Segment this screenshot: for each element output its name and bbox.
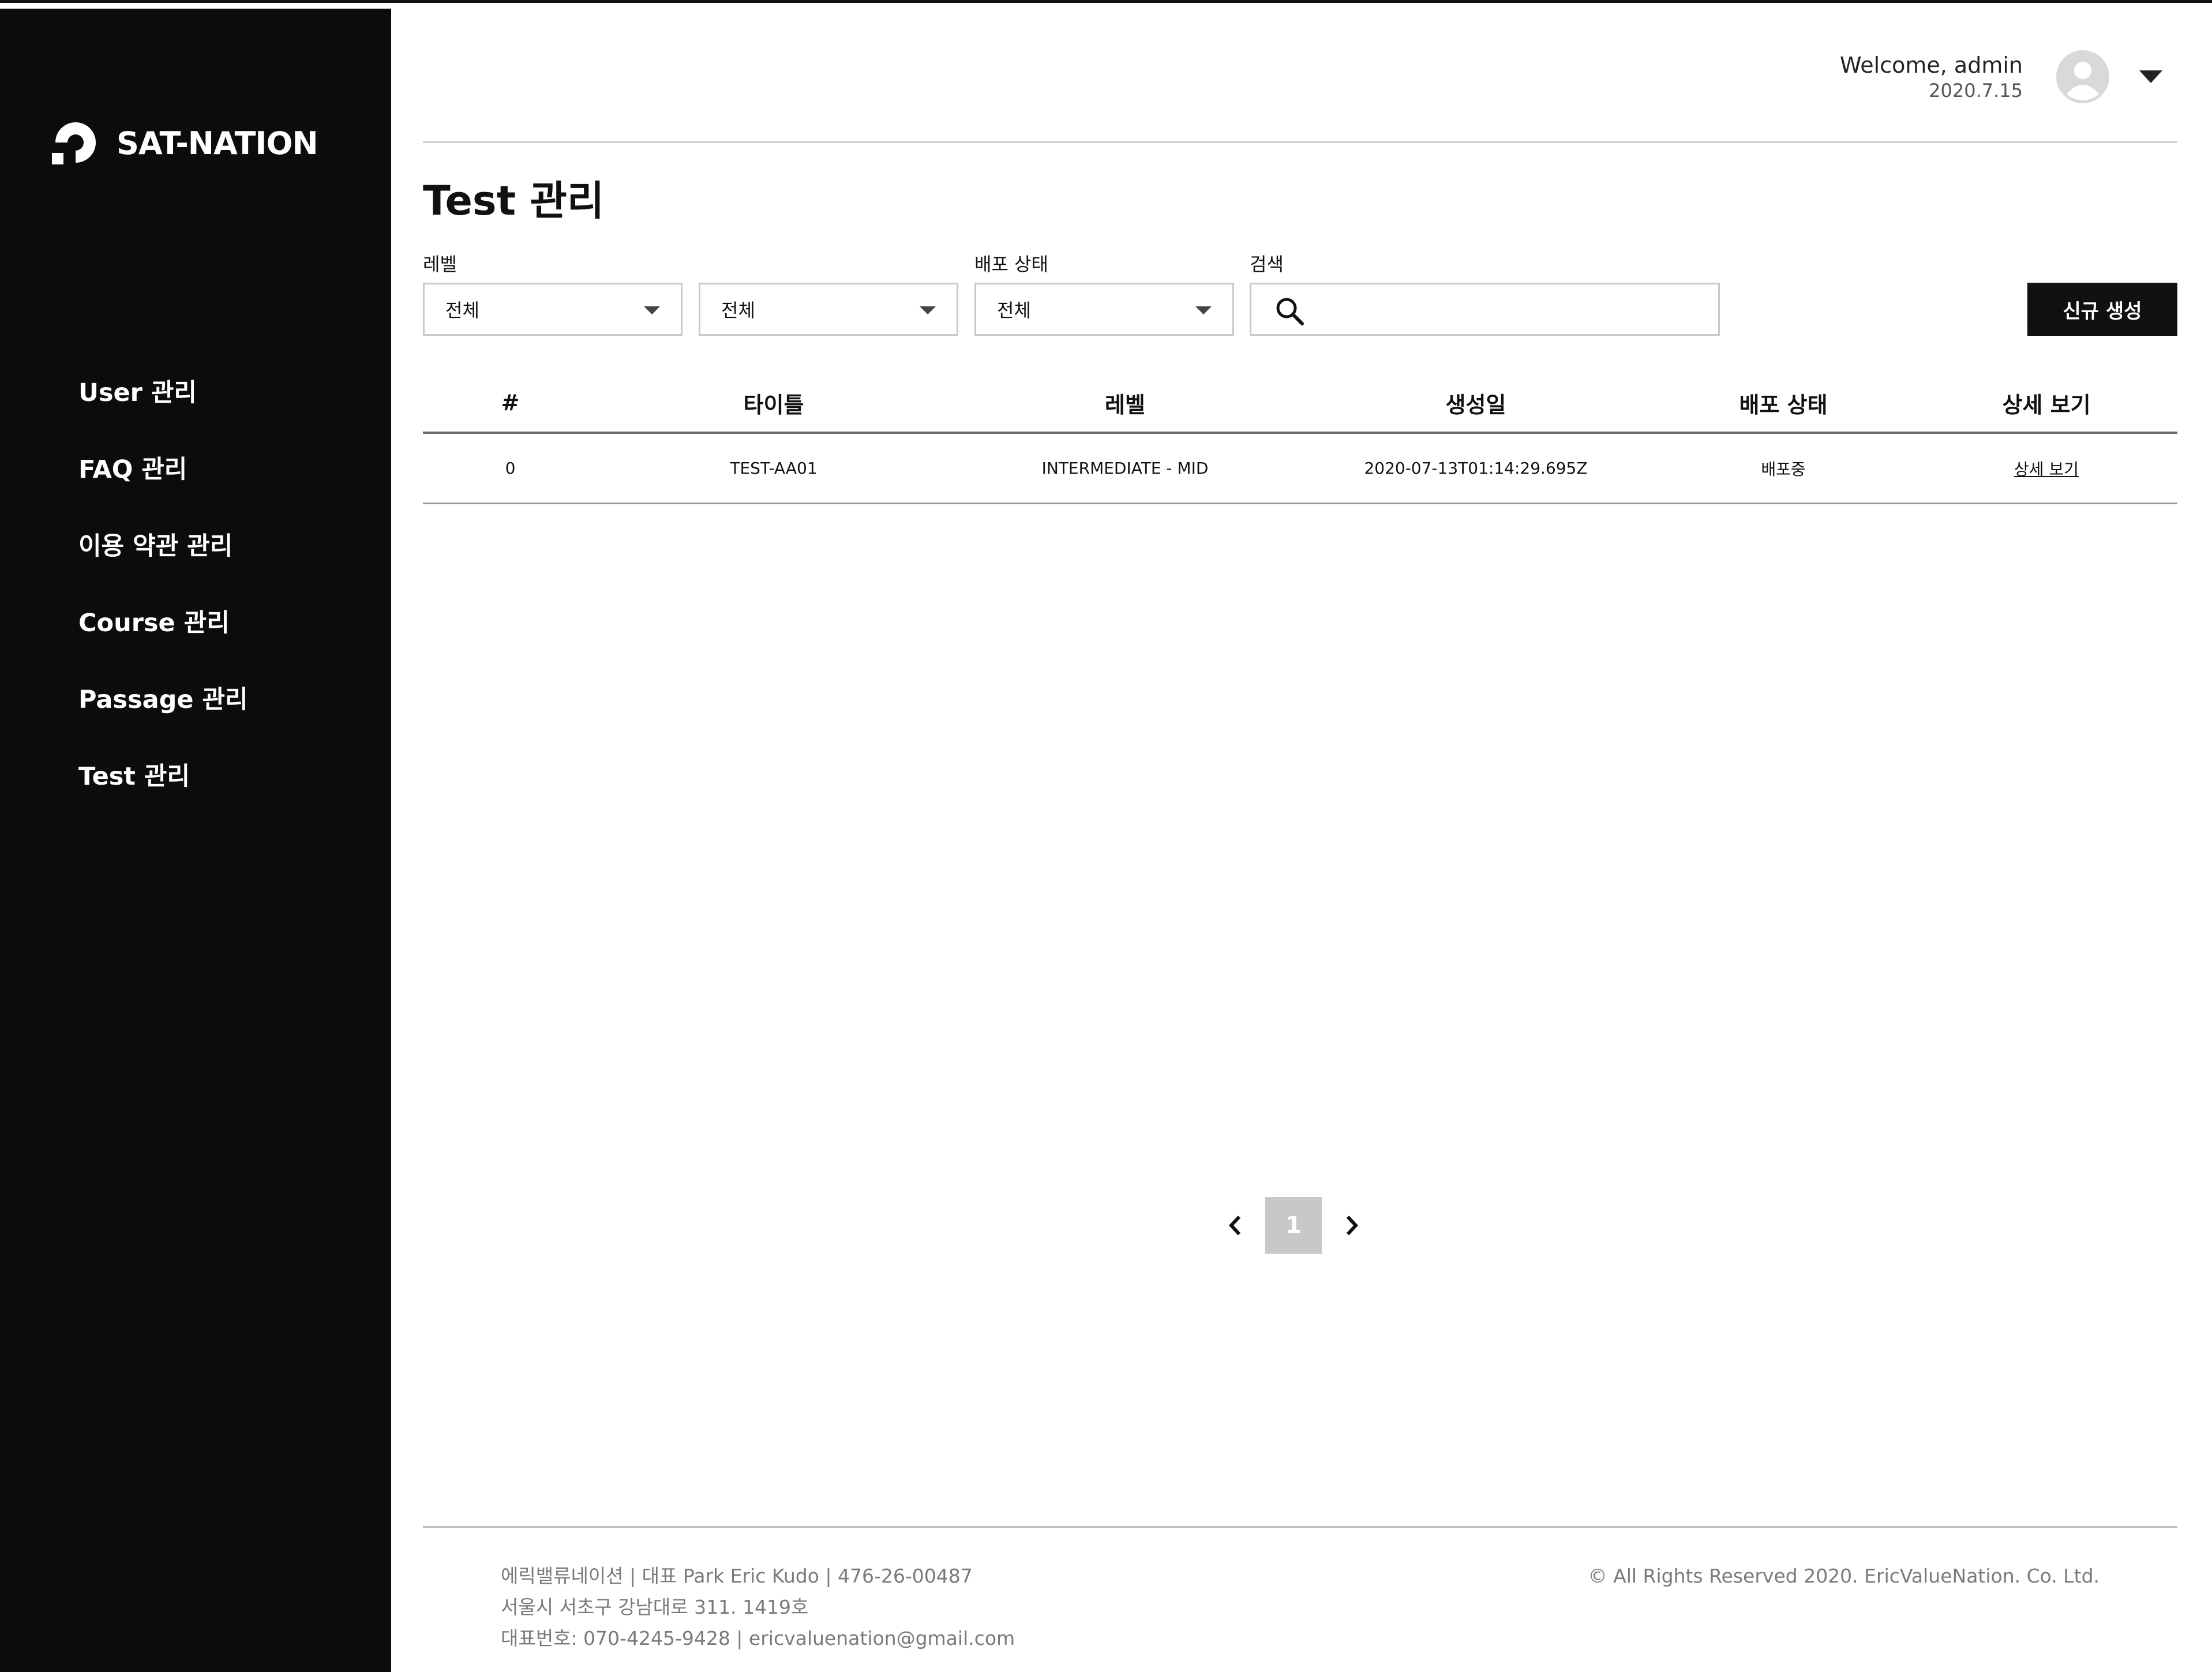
deploy-filter-label: 배포 상태 — [974, 253, 1048, 275]
welcome-text: Welcome, admin — [1839, 53, 2023, 78]
sidebar-item-course[interactable]: Course 관리 — [78, 582, 248, 659]
brand-logo[interactable]: SAT-NATION — [50, 117, 318, 169]
search-label: 검색 — [1250, 253, 1284, 275]
table-header: # 타이틀 레벨 생성일 배포 상태 상세 보기 — [423, 374, 2177, 434]
footer-line-address: 서울시 서초구 강남대로 311. 1419호 — [501, 1596, 809, 1618]
test-table: # 타이틀 레벨 생성일 배포 상태 상세 보기 0 TEST-AA01 INT… — [423, 374, 2177, 504]
top-border — [0, 0, 2212, 3]
search-icon — [1276, 298, 1304, 325]
column-header-title: 타이틀 — [743, 392, 804, 418]
pagination: 1 — [1215, 1197, 1372, 1254]
deploy-select-value: 전체 — [997, 299, 1031, 321]
dropdown-arrow-icon — [644, 306, 660, 314]
current-date: 2020.7.15 — [1929, 80, 2023, 102]
sidebar-item-terms[interactable]: 이용 약관 관리 — [78, 505, 248, 582]
column-header-detail: 상세 보기 — [2002, 392, 2091, 418]
search-box — [1250, 283, 1720, 336]
chevron-right-icon — [1346, 1215, 1359, 1236]
sidebar: SAT-NATION User 관리 FAQ 관리 이용 약관 관리 Cours… — [0, 9, 391, 1672]
deploy-status-select[interactable]: 전체 — [974, 283, 1234, 336]
column-header-created: 생성일 — [1445, 392, 1506, 418]
level-select-value: 전체 — [445, 299, 479, 321]
cell-detail: 상세 보기 — [1915, 457, 2177, 480]
new-test-button[interactable]: 신규 생성 — [2027, 283, 2177, 336]
cell-created: 2020-07-13T01:14:29.695Z — [1364, 459, 1588, 478]
cell-number: 0 — [505, 459, 516, 478]
sidebar-item-faq[interactable]: FAQ 관리 — [78, 429, 248, 505]
chevron-left-icon — [1228, 1215, 1241, 1236]
sidebar-item-test[interactable]: Test 관리 — [78, 736, 248, 812]
header-divider — [423, 141, 2177, 143]
cell-level: INTERMEDIATE - MID — [1041, 459, 1209, 478]
cell-status: 배포중 — [1761, 459, 1806, 479]
page-title: Test 관리 — [423, 177, 605, 224]
dropdown-arrow-icon — [1195, 306, 1212, 314]
level-filter-label: 레벨 — [423, 253, 457, 275]
sidebar-nav: User 관리 FAQ 관리 이용 약관 관리 Course 관리 Passag… — [78, 352, 248, 812]
next-page-button[interactable] — [1330, 1197, 1372, 1254]
dropdown-arrow-icon — [920, 306, 936, 314]
sidebar-item-user[interactable]: User 관리 — [78, 352, 248, 429]
column-header-level: 레벨 — [1105, 392, 1145, 418]
level-select[interactable]: 전체 — [423, 283, 683, 336]
footer-company-info: 에릭밸류네이션 | 대표 Park Eric Kudo | 476-26-004… — [501, 1561, 1015, 1654]
footer-line-company: 에릭밸류네이션 | 대표 Park Eric Kudo | 476-26-004… — [501, 1565, 973, 1587]
detail-link[interactable]: 상세 보기 — [2014, 460, 2079, 479]
sidebar-item-passage[interactable]: Passage 관리 — [78, 659, 248, 736]
table-row: 0 TEST-AA01 INTERMEDIATE - MID 2020-07-1… — [423, 434, 2177, 504]
chevron-down-icon[interactable] — [2139, 70, 2162, 83]
footer-divider — [423, 1526, 2177, 1528]
footer-line-contact: 대표번호: 070-4245-9428 | ericvaluenation@gm… — [501, 1627, 1015, 1649]
user-menu: Welcome, admin 2020.7.15 — [1840, 45, 2162, 108]
user-info: Welcome, admin 2020.7.15 — [1840, 51, 2023, 102]
cell-title: TEST-AA01 — [730, 459, 818, 478]
sublevel-select-value: 전체 — [721, 299, 755, 321]
search-input[interactable] — [1321, 290, 1707, 328]
column-header-status: 배포 상태 — [1739, 392, 1828, 418]
footer-copyright: © All Rights Reserved 2020. EricValueNat… — [1588, 1565, 2099, 1587]
page-number[interactable]: 1 — [1265, 1197, 1322, 1254]
brand-name: SAT-NATION — [117, 125, 318, 162]
column-header-number: # — [501, 390, 520, 415]
logo-icon — [52, 122, 96, 164]
prev-page-button[interactable] — [1215, 1197, 1257, 1254]
sublevel-select[interactable]: 전체 — [699, 283, 958, 336]
avatar-icon[interactable] — [2055, 49, 2110, 104]
